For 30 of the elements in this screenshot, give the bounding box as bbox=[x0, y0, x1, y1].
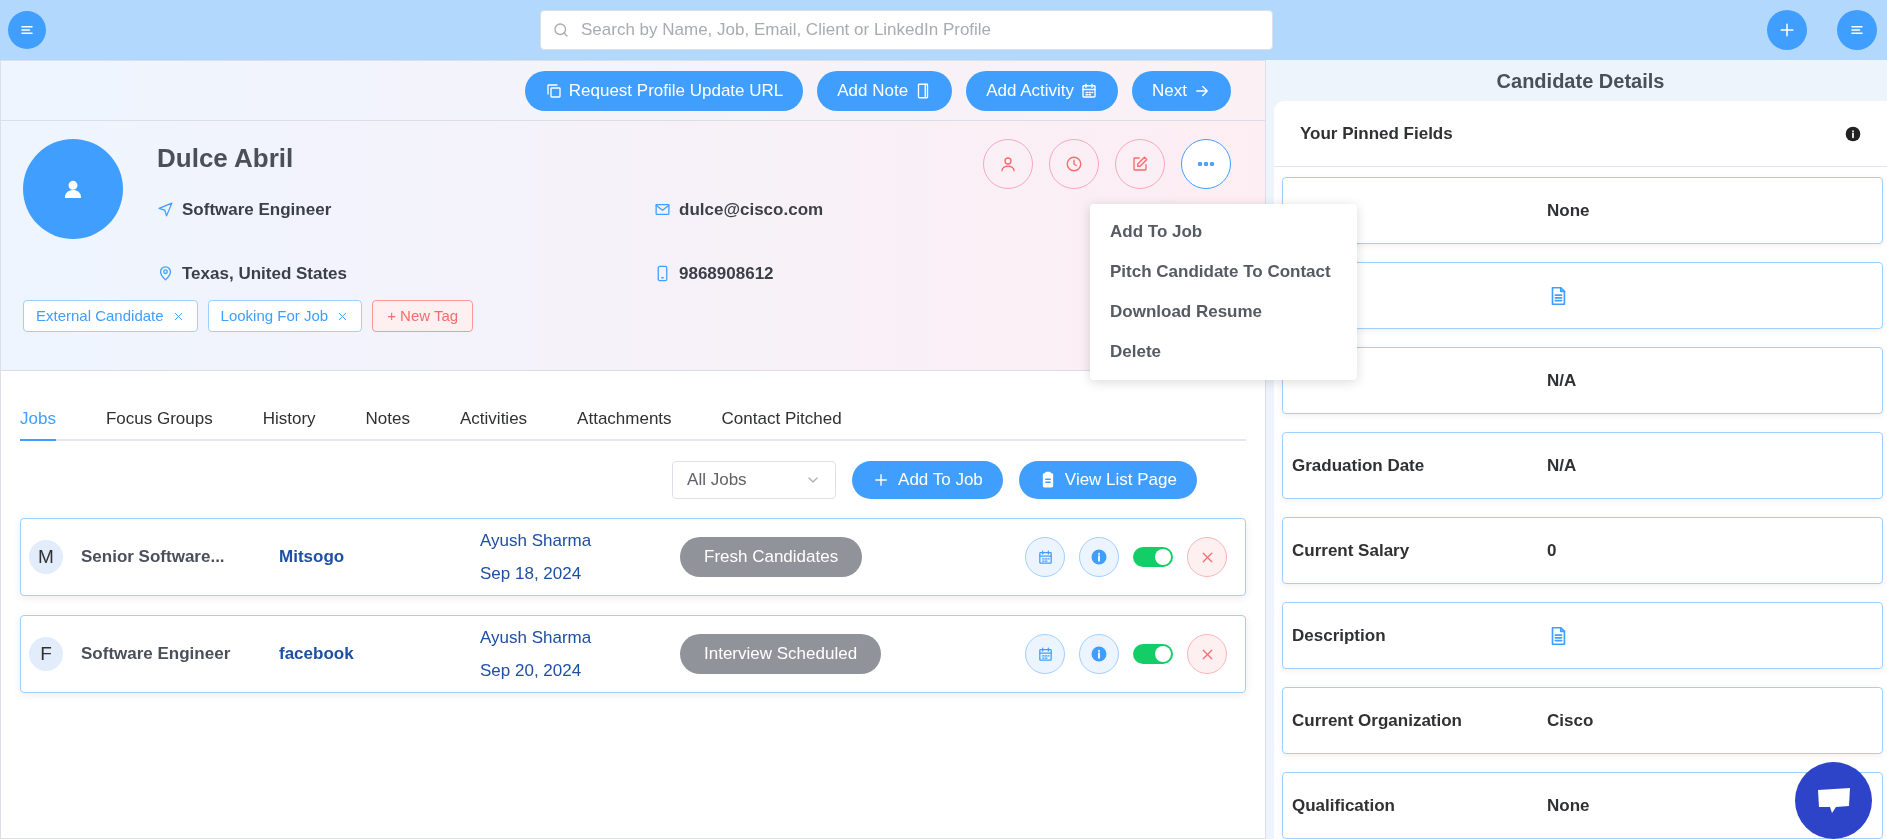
job-title: Software Engineer bbox=[81, 643, 232, 666]
job-initial-avatar: M bbox=[29, 540, 63, 574]
job-initial-avatar: F bbox=[29, 637, 63, 671]
field-label: Qualification bbox=[1292, 795, 1395, 815]
field-value: N/A bbox=[1547, 369, 1577, 392]
email-text: dulce@cisco.com bbox=[679, 199, 824, 221]
field-value: 0 bbox=[1547, 539, 1557, 562]
candidate-tag: External Candidate bbox=[23, 300, 198, 332]
field-label: Current Organization bbox=[1292, 710, 1462, 730]
panel-title: Candidate Details bbox=[1496, 68, 1665, 94]
field-value: None bbox=[1547, 794, 1590, 817]
phone-text: 9868908612 bbox=[679, 262, 774, 285]
stage-badge: Fresh Candidates bbox=[680, 537, 863, 577]
job-date: Sep 20, 2024 bbox=[480, 660, 583, 682]
card-title: Your Pinned Fields bbox=[1300, 122, 1453, 145]
field-label: Current Salary bbox=[1292, 540, 1410, 560]
stage-badge: Interview Scheduled bbox=[680, 634, 882, 674]
job-owner: Ayush Sharma bbox=[480, 529, 593, 552]
job-title: Senior Software... bbox=[81, 546, 226, 569]
job-date: Sep 18, 2024 bbox=[480, 563, 583, 585]
field-value: N/A bbox=[1547, 454, 1577, 477]
field-value: None bbox=[1547, 199, 1590, 222]
field-value: Cisco bbox=[1547, 709, 1594, 732]
field-label: Graduation Date bbox=[1292, 455, 1425, 475]
field-label: Description bbox=[1292, 625, 1386, 645]
job-owner: Ayush Sharma bbox=[480, 626, 593, 649]
candidate-name: Dulce Abril bbox=[157, 142, 295, 175]
candidate-tag: Looking For Job bbox=[207, 300, 363, 332]
job-title: Software Engineer bbox=[182, 199, 332, 221]
location-text: Texas, United States bbox=[182, 262, 348, 285]
